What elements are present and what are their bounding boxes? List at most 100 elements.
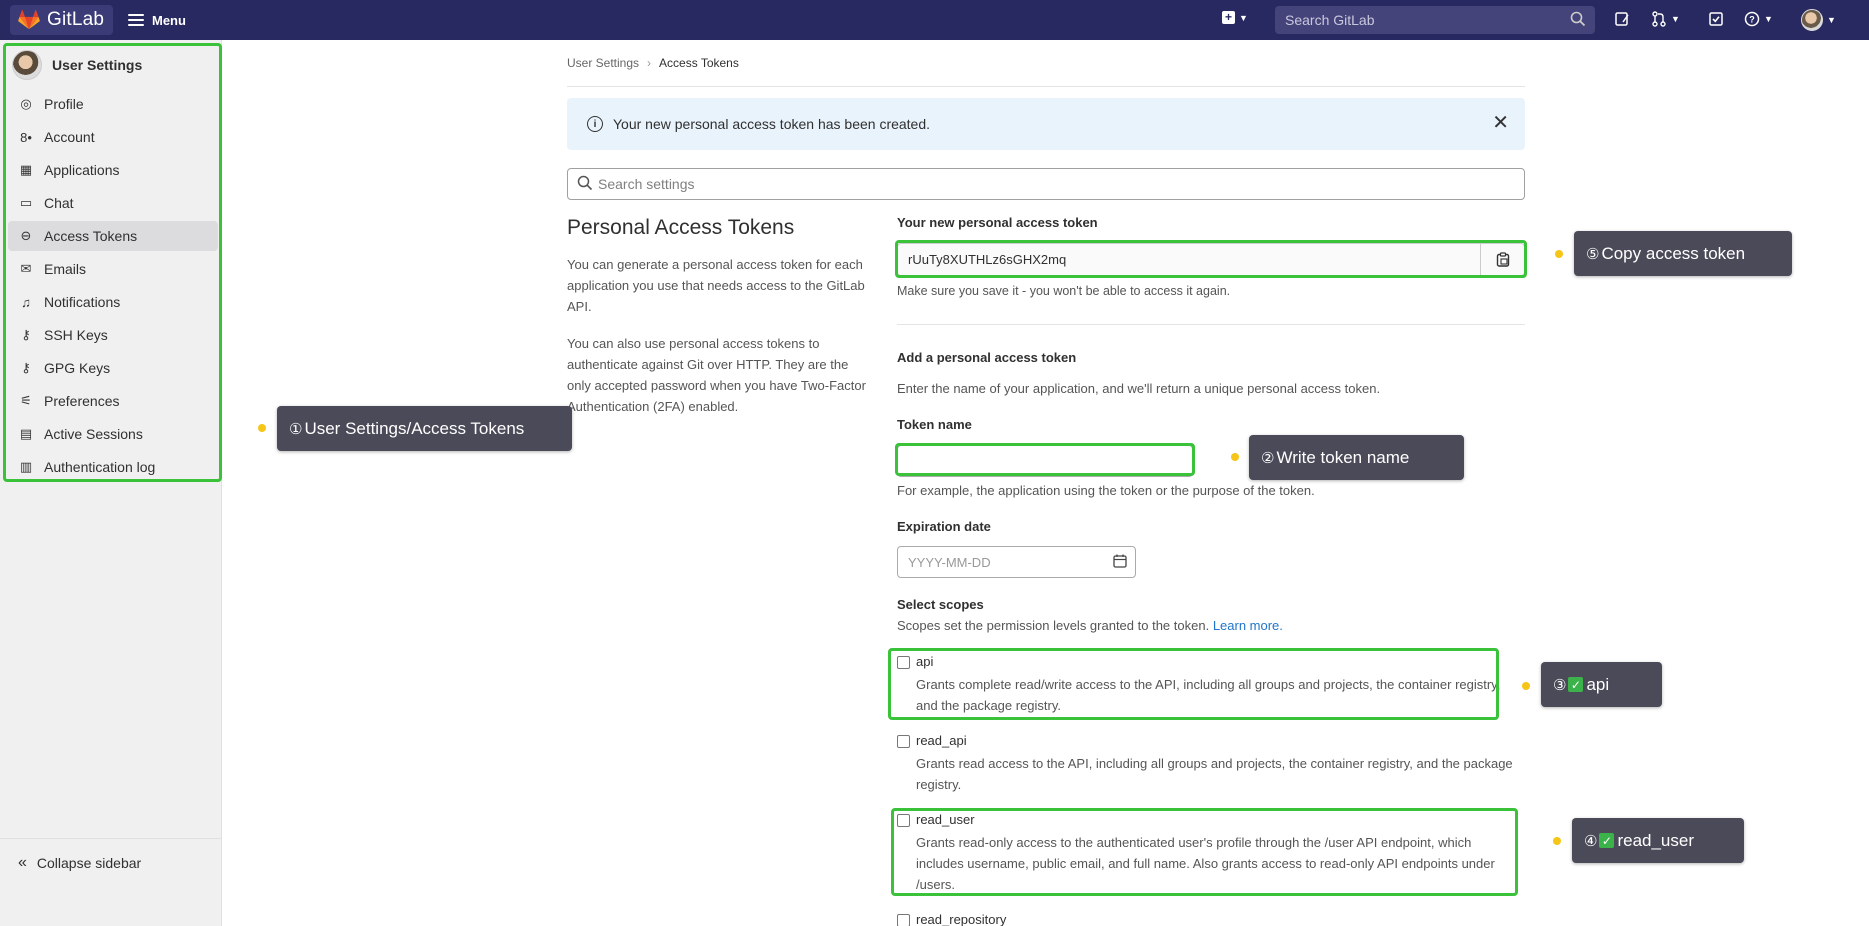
expiration-date-placeholder: YYYY-MM-DD — [908, 554, 991, 570]
help-dropdown[interactable]: ? ▼ — [1744, 11, 1773, 27]
callout-read-user: ④ ✓ read_user — [1572, 818, 1744, 863]
sidebar-title: User Settings — [52, 57, 143, 73]
help-icon: ? — [1744, 11, 1760, 27]
scope-read-repository-label[interactable]: read_repository — [916, 912, 1006, 926]
callout-dot — [1553, 837, 1561, 845]
callout-text: read_user — [1617, 830, 1695, 850]
sidebar-item-access-tokens[interactable]: ⊖ Access Tokens — [8, 221, 218, 251]
new-dropdown[interactable]: + ▼ — [1222, 11, 1248, 24]
callout-text: Copy access token — [1601, 243, 1746, 263]
sidebar-header[interactable]: User Settings — [12, 50, 142, 80]
callout-dot — [258, 424, 266, 432]
chevron-down-icon: ▼ — [1827, 15, 1836, 25]
sidebar-item-notifications[interactable]: ♫ Notifications — [8, 287, 218, 317]
sidebar-item-label: Chat — [44, 195, 74, 211]
scope-read-api-label[interactable]: read_api — [916, 733, 967, 748]
sidebar-item-ssh-keys[interactable]: ⚷ SSH Keys — [8, 320, 218, 350]
preferences-icon: ⚟ — [20, 393, 32, 408]
callout-user-settings: ① User Settings/Access Tokens — [277, 406, 572, 451]
sidebar-item-authentication-log[interactable]: ▥ Authentication log — [8, 452, 218, 482]
sidebar-item-applications[interactable]: ▦ Applications — [8, 155, 218, 185]
callout-number: ⑤ — [1586, 245, 1600, 263]
callout-number: ③ — [1553, 676, 1567, 694]
calendar-icon[interactable] — [1113, 554, 1127, 568]
key-icon: ⚷ — [21, 327, 31, 342]
token-icon: ⊖ — [20, 228, 32, 243]
add-token-subtext: Enter the name of your application, and … — [897, 381, 1381, 396]
user-avatar — [12, 50, 42, 80]
breadcrumb-access-tokens[interactable]: Access Tokens — [659, 56, 739, 70]
plus-square-icon: + — [1222, 11, 1235, 24]
chevron-down-icon: ▼ — [1239, 12, 1248, 23]
sidebar-item-emails[interactable]: ✉ Emails — [8, 254, 218, 284]
scope-read-user-checkbox[interactable] — [897, 814, 910, 827]
scope-api-checkbox[interactable] — [897, 656, 910, 669]
breadcrumb-user-settings[interactable]: User Settings — [567, 56, 639, 70]
sidebar-item-gpg-keys[interactable]: ⚷ GPG Keys — [8, 353, 218, 383]
callout-copy-token: ⑤ Copy access token — [1574, 231, 1792, 276]
monitor-icon: ▤ — [19, 426, 33, 441]
intro-section: Personal Access Tokens You can generate … — [567, 216, 867, 433]
top-navbar: GitLab Menu + ▼ Search GitLab ▼ ? ▼ ▼ — [0, 0, 1869, 40]
scopes-subtext: Scopes set the permission levels granted… — [897, 618, 1283, 633]
user-menu-dropdown[interactable]: ▼ — [1801, 9, 1836, 31]
sidebar-item-label: Applications — [44, 162, 120, 178]
bell-icon: ♫ — [21, 294, 31, 310]
select-scopes-heading: Select scopes — [897, 597, 984, 612]
callout-number: ② — [1261, 449, 1275, 467]
callout-token-name: ② Write token name — [1249, 435, 1464, 480]
scope-read-repository: read_repository — [897, 912, 1517, 926]
gitlab-home-link[interactable]: GitLab — [10, 5, 113, 35]
log-icon: ▥ — [19, 459, 33, 474]
sidebar-item-label: Authentication log — [44, 459, 156, 475]
search-input[interactable]: Search GitLab — [1275, 6, 1595, 34]
expiration-date-label: Expiration date — [897, 519, 991, 534]
scope-read-api-checkbox[interactable] — [897, 735, 910, 748]
divider — [897, 324, 1525, 325]
scope-read-user-label[interactable]: read_user — [916, 812, 975, 827]
scope-read-user: read_user Grants read-only access to the… — [897, 812, 1517, 892]
callout-dot — [1231, 453, 1239, 461]
scopes-subtext-text: Scopes set the permission levels granted… — [897, 618, 1210, 633]
issues-button[interactable] — [1614, 11, 1630, 27]
chevron-right-icon: › — [647, 56, 652, 70]
merge-requests-dropdown[interactable]: ▼ — [1651, 11, 1680, 27]
scope-read-api-description: Grants read access to the API, including… — [916, 756, 1513, 792]
page-title: Personal Access Tokens — [567, 216, 795, 239]
callout-dot — [1522, 682, 1530, 690]
account-icon: 8• — [20, 129, 32, 145]
sidebar-item-label: SSH Keys — [44, 327, 108, 343]
scope-read-repository-checkbox[interactable] — [897, 914, 910, 926]
sidebar-item-profile[interactable]: ◎ Profile — [8, 89, 218, 119]
settings-search-input[interactable]: Search settings — [567, 168, 1525, 200]
user-avatar — [1801, 9, 1823, 31]
token-name-help: For example, the application using the t… — [897, 483, 1315, 498]
applications-icon: ▦ — [19, 162, 33, 177]
alert-message: Your new personal access token has been … — [613, 116, 931, 132]
close-icon[interactable]: ✕ — [1492, 113, 1509, 133]
copy-token-button[interactable] — [1480, 244, 1524, 275]
sidebar-item-active-sessions[interactable]: ▤ Active Sessions — [8, 419, 218, 449]
sidebar-item-label: Account — [44, 129, 95, 145]
issues-icon — [1615, 12, 1629, 26]
sidebar-item-account[interactable]: 8• Account — [8, 122, 218, 152]
sidebar-item-label: Access Tokens — [44, 228, 138, 244]
collapse-sidebar-label: Collapse sidebar — [36, 854, 142, 871]
scope-api-description: Grants complete read/write access to the… — [916, 677, 1501, 713]
todos-button[interactable] — [1708, 11, 1724, 27]
sidebar-item-preferences[interactable]: ⚟ Preferences — [8, 386, 218, 416]
menu-button[interactable]: Menu — [128, 9, 186, 31]
collapse-sidebar-button[interactable]: « Collapse sidebar — [0, 838, 222, 886]
learn-more-link[interactable]: Learn more. — [1213, 618, 1283, 633]
scope-api-label[interactable]: api — [916, 654, 933, 669]
scope-read-user-description: Grants read-only access to the authentic… — [916, 835, 1495, 892]
sidebar-item-chat[interactable]: ▭ Chat — [8, 188, 218, 218]
new-token-field[interactable]: rUuTy8XUTHLz6sGHX2mq — [897, 243, 1525, 276]
sidebar-item-label: Notifications — [44, 294, 121, 310]
token-name-input[interactable] — [897, 445, 1193, 477]
checkmark-icon: ✓ — [1568, 677, 1584, 692]
checkmark-icon: ✓ — [1599, 833, 1615, 848]
expiration-date-input[interactable]: YYYY-MM-DD — [897, 546, 1136, 578]
hamburger-icon — [128, 14, 144, 26]
callout-dot — [1555, 250, 1563, 258]
